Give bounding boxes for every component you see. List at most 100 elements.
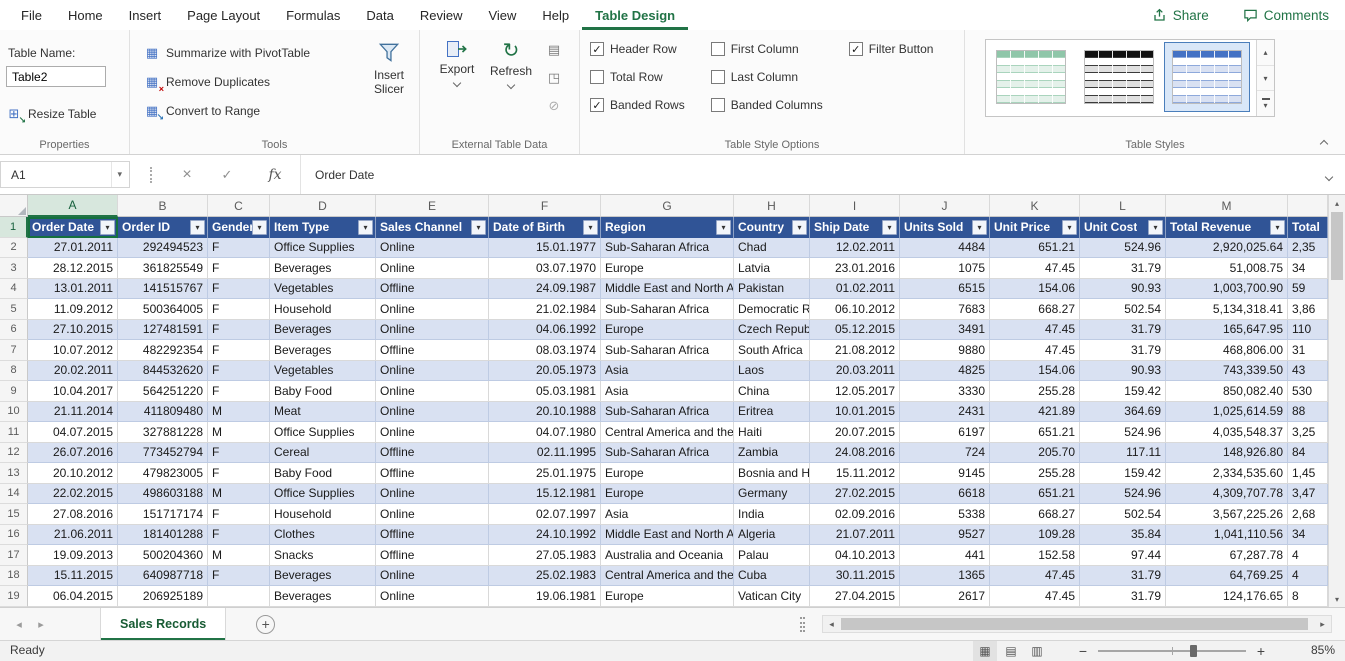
cell-D-5[interactable]: Household [270, 299, 376, 320]
row-header-10[interactable]: 10 [0, 402, 28, 423]
tab-help[interactable]: Help [529, 0, 582, 30]
cell-N-13[interactable]: 1,45 [1288, 463, 1328, 484]
checkbox-total-row[interactable]: Total Row [590, 68, 685, 86]
cell-B-11[interactable]: 327881228 [118, 422, 208, 443]
cell-C-18[interactable]: F [208, 566, 270, 587]
cell-J-14[interactable]: 6618 [900, 484, 990, 505]
cell-F-14[interactable]: 15.12.1981 [489, 484, 601, 505]
cell-A-11[interactable]: 04.07.2015 [28, 422, 118, 443]
cell-J-10[interactable]: 2431 [900, 402, 990, 423]
table-header-total[interactable]: Total [1288, 217, 1328, 238]
cell-C-17[interactable]: M [208, 545, 270, 566]
cell-E-13[interactable]: Offline [376, 463, 489, 484]
cell-G-16[interactable]: Middle East and North Africa [601, 525, 734, 546]
row-header-14[interactable]: 14 [0, 484, 28, 505]
tab-home[interactable]: Home [55, 0, 116, 30]
convert-to-range-button[interactable]: ▦↘ Convert to Range [144, 103, 260, 119]
filter-dropdown-icon[interactable]: ▾ [1148, 220, 1163, 235]
cell-F-4[interactable]: 24.09.1987 [489, 279, 601, 300]
tab-formulas[interactable]: Formulas [273, 0, 353, 30]
column-header-L[interactable]: L [1080, 195, 1166, 217]
cell-A-3[interactable]: 28.12.2015 [28, 258, 118, 279]
cell-A-12[interactable]: 26.07.2016 [28, 443, 118, 464]
cell-J-19[interactable]: 2617 [900, 586, 990, 607]
cell-J-13[interactable]: 9145 [900, 463, 990, 484]
cell-F-12[interactable]: 02.11.1995 [489, 443, 601, 464]
cell-L-3[interactable]: 31.79 [1080, 258, 1166, 279]
cancel-icon[interactable]: × [172, 155, 202, 195]
cell-E-12[interactable]: Offline [376, 443, 489, 464]
cell-D-14[interactable]: Office Supplies [270, 484, 376, 505]
cell-B-10[interactable]: 411809480 [118, 402, 208, 423]
cell-C-11[interactable]: M [208, 422, 270, 443]
cell-L-5[interactable]: 502.54 [1080, 299, 1166, 320]
row-header-19[interactable]: 19 [0, 586, 28, 607]
cell-G-11[interactable]: Central America and the Caribbean [601, 422, 734, 443]
cell-E-11[interactable]: Online [376, 422, 489, 443]
resize-table-button[interactable]: ⊞↘ Resize Table [6, 106, 96, 122]
tab-view[interactable]: View [475, 0, 529, 30]
cell-A-8[interactable]: 20.02.2011 [28, 361, 118, 382]
cell-K-4[interactable]: 154.06 [990, 279, 1080, 300]
cell-K-11[interactable]: 651.21 [990, 422, 1080, 443]
share-button[interactable]: Share [1152, 8, 1209, 23]
row-header-1[interactable]: 1 [0, 217, 28, 238]
cell-N-6[interactable]: 110 [1288, 320, 1328, 341]
cell-K-9[interactable]: 255.28 [990, 381, 1080, 402]
remove-duplicates-button[interactable]: ▦× Remove Duplicates [144, 74, 270, 90]
cell-E-2[interactable]: Online [376, 238, 489, 259]
cell-M-18[interactable]: 64,769.25 [1166, 566, 1288, 587]
cell-A-5[interactable]: 11.09.2012 [28, 299, 118, 320]
cell-D-12[interactable]: Cereal [270, 443, 376, 464]
cell-M-10[interactable]: 1,025,614.59 [1166, 402, 1288, 423]
cell-L-18[interactable]: 31.79 [1080, 566, 1166, 587]
gallery-more-icon[interactable]: ▾ [1257, 91, 1274, 116]
cell-J-12[interactable]: 724 [900, 443, 990, 464]
horizontal-scrollbar[interactable]: ◂ ▸ [822, 615, 1332, 633]
filter-dropdown-icon[interactable]: ▾ [882, 220, 897, 235]
cell-D-4[interactable]: Vegetables [270, 279, 376, 300]
cell-I-6[interactable]: 05.12.2015 [810, 320, 900, 341]
cell-B-3[interactable]: 361825549 [118, 258, 208, 279]
unlink-icon[interactable]: ⊘ [546, 98, 562, 114]
table-header-region[interactable]: Region▾ [601, 217, 734, 238]
cell-N-14[interactable]: 3,47 [1288, 484, 1328, 505]
cell-B-16[interactable]: 181401288 [118, 525, 208, 546]
cell-N-3[interactable]: 34 [1288, 258, 1328, 279]
horizontal-scrollbar-thumb[interactable] [841, 618, 1308, 630]
cell-I-14[interactable]: 27.02.2015 [810, 484, 900, 505]
cell-D-2[interactable]: Office Supplies [270, 238, 376, 259]
table-name-input[interactable] [6, 66, 106, 87]
checkbox-last-column[interactable]: Last Column [711, 68, 823, 86]
cell-H-13[interactable]: Bosnia and Herzegovina [734, 463, 810, 484]
cell-A-9[interactable]: 10.04.2017 [28, 381, 118, 402]
cell-C-5[interactable]: F [208, 299, 270, 320]
gallery-scroll-up-icon[interactable]: ▴ [1257, 40, 1274, 66]
row-header-17[interactable]: 17 [0, 545, 28, 566]
cell-A-10[interactable]: 21.11.2014 [28, 402, 118, 423]
cell-D-9[interactable]: Baby Food [270, 381, 376, 402]
cell-E-8[interactable]: Online [376, 361, 489, 382]
cell-G-3[interactable]: Europe [601, 258, 734, 279]
checkbox-banded-rows[interactable]: ✓Banded Rows [590, 96, 685, 114]
cell-C-2[interactable]: F [208, 238, 270, 259]
table-header-sales-channel[interactable]: Sales Channel▾ [376, 217, 489, 238]
cell-C-7[interactable]: F [208, 340, 270, 361]
cell-C-4[interactable]: F [208, 279, 270, 300]
table-header-unit-cost[interactable]: Unit Cost▾ [1080, 217, 1166, 238]
cell-B-14[interactable]: 498603188 [118, 484, 208, 505]
cell-H-19[interactable]: Vatican City [734, 586, 810, 607]
cell-M-3[interactable]: 51,008.75 [1166, 258, 1288, 279]
cell-H-9[interactable]: China [734, 381, 810, 402]
cell-B-15[interactable]: 151717174 [118, 504, 208, 525]
cell-B-5[interactable]: 500364005 [118, 299, 208, 320]
cell-I-17[interactable]: 04.10.2013 [810, 545, 900, 566]
cell-L-17[interactable]: 97.44 [1080, 545, 1166, 566]
cell-F-19[interactable]: 19.06.1981 [489, 586, 601, 607]
cell-I-10[interactable]: 10.01.2015 [810, 402, 900, 423]
cell-E-3[interactable]: Online [376, 258, 489, 279]
cell-M-7[interactable]: 468,806.00 [1166, 340, 1288, 361]
cell-K-10[interactable]: 421.89 [990, 402, 1080, 423]
table-style-thumbnail-medium-blue[interactable] [1164, 42, 1250, 112]
cell-M-13[interactable]: 2,334,535.60 [1166, 463, 1288, 484]
